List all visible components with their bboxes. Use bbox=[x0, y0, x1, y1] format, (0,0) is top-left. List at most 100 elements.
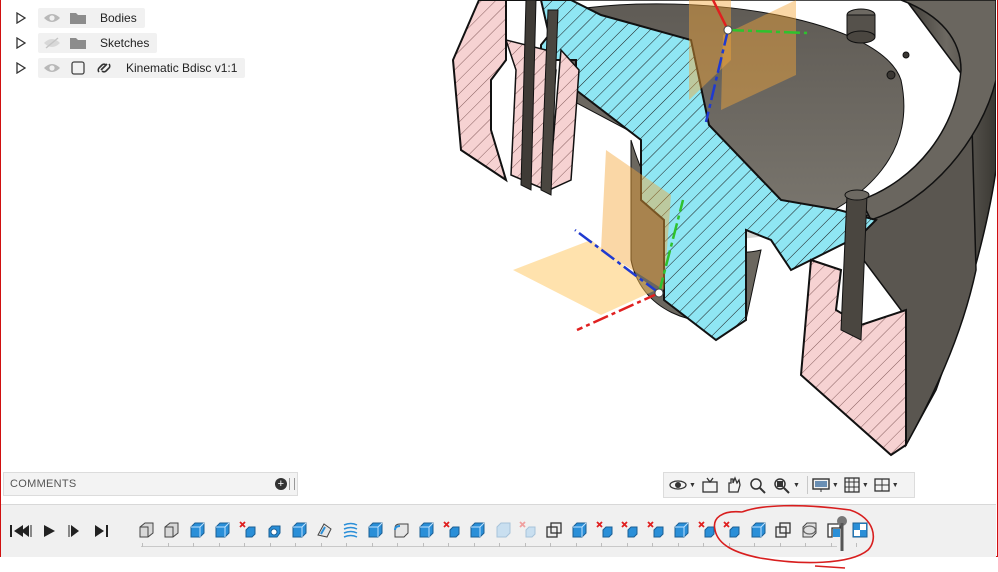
chevron-down-icon[interactable]: ▼ bbox=[793, 482, 800, 489]
timeline-tick bbox=[601, 543, 602, 547]
browser-item-pill[interactable]: Kinematic Bdisc v1:1 bbox=[38, 58, 246, 78]
chevron-down-icon[interactable]: ▼ bbox=[892, 482, 899, 489]
timeline-feature-box-icon[interactable] bbox=[363, 519, 389, 541]
timeline-feature-delete-body-icon[interactable] bbox=[592, 519, 618, 541]
timeline-tick bbox=[856, 543, 857, 547]
browser-item-label: Kinematic Bdisc v1:1 bbox=[126, 61, 238, 75]
orbit-icon[interactable]: ▼ bbox=[668, 474, 696, 496]
timeline-tick bbox=[779, 543, 781, 547]
browser-item-bodies[interactable]: Bodies bbox=[14, 7, 145, 29]
timeline-feature-extrude-icon[interactable] bbox=[159, 519, 185, 541]
timeline-feature-delete-body-icon[interactable] bbox=[720, 519, 746, 541]
timeline bbox=[1, 504, 996, 557]
grid-settings-icon[interactable]: ▼ bbox=[843, 474, 869, 496]
timeline-track-line bbox=[141, 546, 837, 547]
timeline-feature-delete-body-icon[interactable] bbox=[694, 519, 720, 541]
timeline-feature-combine-icon[interactable] bbox=[541, 519, 567, 541]
timeline-feature-box-disabled-icon[interactable] bbox=[490, 519, 516, 541]
timeline-feature-delete-body-icon[interactable] bbox=[235, 519, 261, 541]
timeline-tick bbox=[244, 543, 245, 547]
folder-icon bbox=[68, 10, 88, 26]
timeline-feature-fillet-icon[interactable] bbox=[388, 519, 414, 541]
timeline-feature-delete-body-icon[interactable] bbox=[439, 519, 465, 541]
comments-panel[interactable]: COMMENTS + bbox=[3, 472, 298, 496]
timeline-tick bbox=[703, 543, 704, 547]
timeline-tick bbox=[626, 543, 628, 547]
timeline-tick bbox=[448, 543, 449, 547]
timeline-tick bbox=[728, 543, 730, 547]
timeline-feature-split-icon[interactable] bbox=[796, 519, 822, 541]
play-icon[interactable] bbox=[39, 521, 59, 541]
chevron-down-icon[interactable]: ▼ bbox=[832, 482, 839, 489]
timeline-tick bbox=[805, 543, 806, 547]
add-comment-icon[interactable]: + bbox=[275, 478, 287, 490]
step-forward-icon[interactable] bbox=[65, 521, 85, 541]
zoom-icon[interactable] bbox=[748, 474, 768, 496]
eye-hidden-icon[interactable] bbox=[42, 35, 62, 51]
chevron-down-icon[interactable]: ▼ bbox=[862, 482, 869, 489]
timeline-feature-shell-icon[interactable] bbox=[312, 519, 338, 541]
browser-item-pill[interactable]: Sketches bbox=[38, 33, 158, 53]
link-icon bbox=[94, 60, 114, 76]
navigation-toolbar: ▼ ▼ ▼ ▼ ▼ bbox=[663, 472, 915, 498]
expand-triangle-icon[interactable] bbox=[14, 61, 28, 75]
timeline-feature-delete-body-icon[interactable] bbox=[618, 519, 644, 541]
timeline-feature-sketch-grid-icon[interactable] bbox=[847, 519, 873, 541]
browser-item-pill[interactable]: Bodies bbox=[38, 8, 145, 28]
timeline-tick bbox=[575, 543, 577, 547]
timeline-feature-box-icon[interactable] bbox=[414, 519, 440, 541]
component-icon bbox=[68, 60, 88, 76]
timeline-tick bbox=[499, 543, 500, 547]
timeline-tick bbox=[550, 543, 551, 547]
timeline-tick bbox=[652, 543, 653, 547]
viewports-icon[interactable]: ▼ bbox=[873, 474, 899, 496]
timeline-tick bbox=[295, 543, 296, 547]
timeline-tick bbox=[830, 543, 832, 547]
timeline-tick bbox=[167, 543, 169, 547]
timeline-feature-box-icon[interactable] bbox=[669, 519, 695, 541]
timeline-feature-combine-icon[interactable] bbox=[771, 519, 797, 541]
timeline-feature-extrude-icon[interactable] bbox=[133, 519, 159, 541]
look-at-icon[interactable] bbox=[700, 474, 720, 496]
timeline-feature-coil-icon[interactable] bbox=[337, 519, 363, 541]
timeline-feature-box-icon[interactable] bbox=[286, 519, 312, 541]
display-settings-icon[interactable]: ▼ bbox=[811, 474, 839, 496]
timeline-tick bbox=[473, 543, 475, 547]
timeline-feature-box-icon[interactable] bbox=[465, 519, 491, 541]
timeline-tick bbox=[371, 543, 373, 547]
browser-item-label: Sketches bbox=[100, 36, 150, 50]
timeline-tick bbox=[346, 543, 347, 547]
timeline-feature-delete-body-icon[interactable] bbox=[643, 519, 669, 541]
timeline-feature-box-icon[interactable] bbox=[184, 519, 210, 541]
browser-item-sketches[interactable]: Sketches bbox=[14, 32, 158, 54]
expand-triangle-icon[interactable] bbox=[14, 36, 28, 50]
timeline-tick bbox=[677, 543, 679, 547]
timeline-tick bbox=[269, 543, 271, 547]
timeline-tick bbox=[754, 543, 755, 547]
timeline-tick bbox=[193, 543, 194, 547]
timeline-feature-box-icon[interactable] bbox=[567, 519, 593, 541]
timeline-tick bbox=[524, 543, 526, 547]
timeline-feature-box-icon[interactable] bbox=[745, 519, 771, 541]
go-to-end-icon[interactable] bbox=[91, 521, 111, 541]
folder-icon bbox=[68, 35, 88, 51]
timeline-feature-box-hole-icon[interactable] bbox=[261, 519, 287, 541]
expand-triangle-icon[interactable] bbox=[14, 11, 28, 25]
panel-grip-icon[interactable] bbox=[289, 478, 295, 490]
timeline-marker-icon[interactable] bbox=[836, 515, 848, 551]
step-back-icon[interactable] bbox=[15, 521, 35, 541]
browser-item-label: Bodies bbox=[100, 11, 137, 25]
pan-icon[interactable] bbox=[724, 474, 744, 496]
timeline-tick bbox=[218, 543, 220, 547]
timeline-feature-box-icon[interactable] bbox=[210, 519, 236, 541]
timeline-feature-delete-body-disabled-icon[interactable] bbox=[516, 519, 542, 541]
browser-item-kinematic-bdisc[interactable]: Kinematic Bdisc v1:1 bbox=[14, 57, 246, 79]
zoom-window-icon[interactable]: ▼ bbox=[772, 474, 800, 496]
timeline-tick bbox=[397, 543, 398, 547]
timeline-tick bbox=[320, 543, 322, 547]
comments-label: COMMENTS bbox=[10, 478, 77, 490]
chevron-down-icon[interactable]: ▼ bbox=[689, 482, 696, 489]
eye-icon[interactable] bbox=[42, 10, 62, 26]
timeline-tick bbox=[422, 543, 424, 547]
eye-icon[interactable] bbox=[42, 60, 62, 76]
